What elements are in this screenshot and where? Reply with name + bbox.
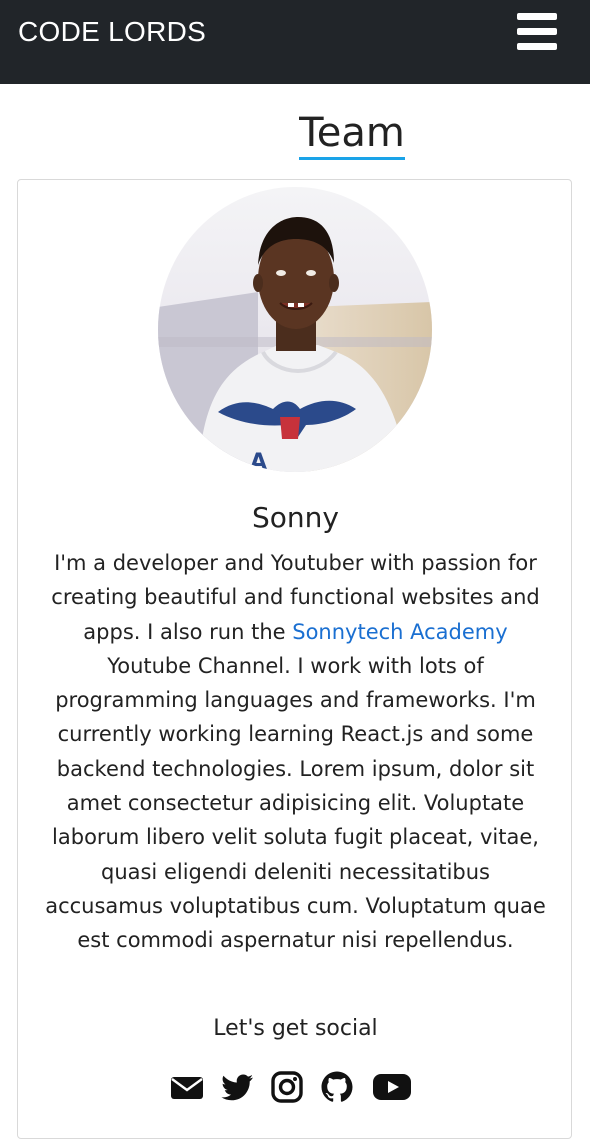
team-member-card: A Sonny I'm a developer and Youtuber wit… (17, 179, 572, 1139)
bio-text-end: Youtube Channel. I work with lots of pro… (45, 653, 546, 953)
instagram-icon[interactable] (270, 1070, 304, 1104)
member-name: Sonny (252, 501, 339, 534)
avatar-photo: A (158, 187, 432, 472)
menu-toggle-button[interactable] (517, 13, 557, 51)
social-links (168, 1070, 428, 1110)
youtube-icon[interactable] (372, 1070, 412, 1104)
svg-text:A: A (250, 450, 267, 472)
brand-logo[interactable]: CODE LORDS (18, 16, 206, 48)
github-icon[interactable] (320, 1070, 354, 1104)
sonnytech-academy-link[interactable]: Sonnytech Academy (292, 620, 507, 644)
hamburger-icon (517, 13, 557, 20)
social-title: Let's get social (213, 1016, 378, 1041)
avatar: A (158, 187, 432, 472)
hamburger-icon-bar (517, 43, 557, 50)
section-title: Team (0, 110, 590, 160)
section-title-text: Team (299, 111, 405, 160)
navbar: CODE LORDS (0, 0, 590, 84)
hamburger-icon-bar (517, 28, 557, 35)
envelope-icon[interactable] (170, 1070, 204, 1104)
twitter-icon[interactable] (220, 1070, 254, 1104)
member-bio: I'm a developer and Youtuber with passio… (40, 546, 551, 958)
